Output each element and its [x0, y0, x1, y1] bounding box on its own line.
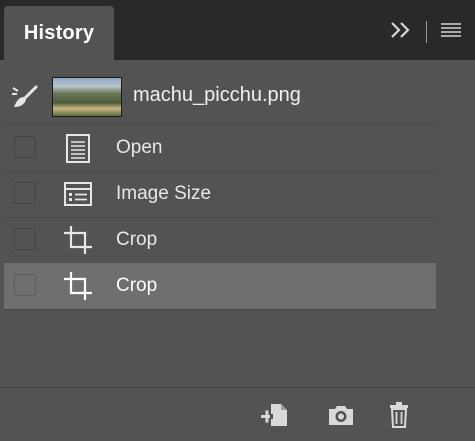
snapshot-name: machu_picchu.png [133, 84, 301, 106]
tab-history[interactable]: History [4, 6, 114, 60]
history-brush-source-checkbox[interactable] [14, 182, 36, 204]
panel-body: machu_picchu.png Open Image Size Crop Cr… [0, 60, 475, 441]
snapshot-thumbnail [52, 77, 122, 117]
snapshot-row[interactable]: machu_picchu.png [4, 70, 436, 125]
state-label: Crop [116, 275, 158, 296]
history-state-row-selected[interactable]: Crop [4, 263, 436, 310]
camera-icon[interactable] [326, 400, 356, 430]
image-size-icon [62, 178, 94, 210]
new-document-from-state-icon[interactable] [260, 400, 290, 430]
history-brush-icon[interactable] [10, 83, 38, 111]
history-state-row[interactable]: Crop [4, 217, 436, 264]
bottom-toolbar [0, 387, 475, 441]
history-state-row[interactable]: Open [4, 125, 436, 172]
history-panel: History machu_picchu.png Open Image Size… [0, 0, 475, 441]
panel-menu-icon[interactable] [441, 22, 461, 43]
state-label: Image Size [116, 183, 212, 204]
trash-icon[interactable] [384, 400, 414, 430]
state-label: Open [116, 137, 163, 158]
history-brush-source-checkbox[interactable] [14, 228, 36, 250]
history-list: machu_picchu.png Open Image Size Crop Cr… [4, 70, 436, 370]
crop-icon [62, 224, 94, 256]
history-brush-source-checkbox[interactable] [14, 274, 36, 296]
header-controls [390, 19, 461, 45]
document-icon [62, 132, 94, 164]
panel-header: History [0, 0, 475, 60]
history-brush-source-checkbox[interactable] [14, 136, 36, 158]
collapse-chevrons-icon[interactable] [390, 21, 412, 44]
crop-icon [62, 270, 94, 302]
state-label: Crop [116, 229, 158, 250]
history-state-row[interactable]: Image Size [4, 171, 436, 218]
header-divider [426, 21, 427, 43]
